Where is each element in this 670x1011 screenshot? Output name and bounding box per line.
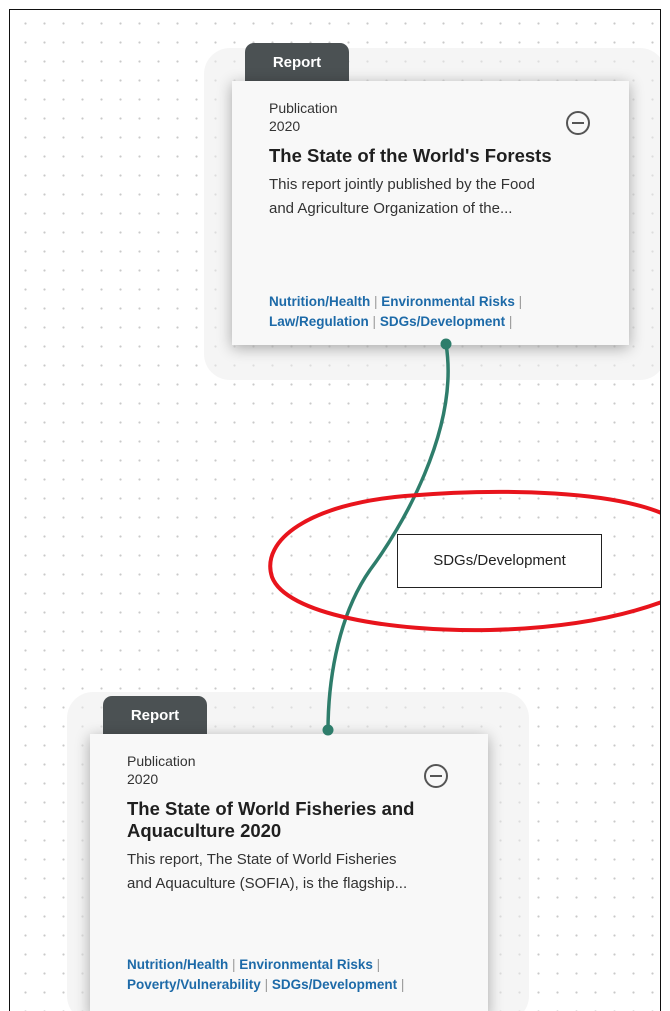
highlight-ellipse — [268, 489, 660, 633]
edge-overlay — [268, 338, 660, 736]
edge-end-dot — [322, 724, 334, 736]
edge-connector — [326, 342, 450, 733]
edge-start-dot — [440, 338, 452, 350]
graph-canvas[interactable]: Report Publication 2020 The State of the… — [9, 9, 661, 1011]
